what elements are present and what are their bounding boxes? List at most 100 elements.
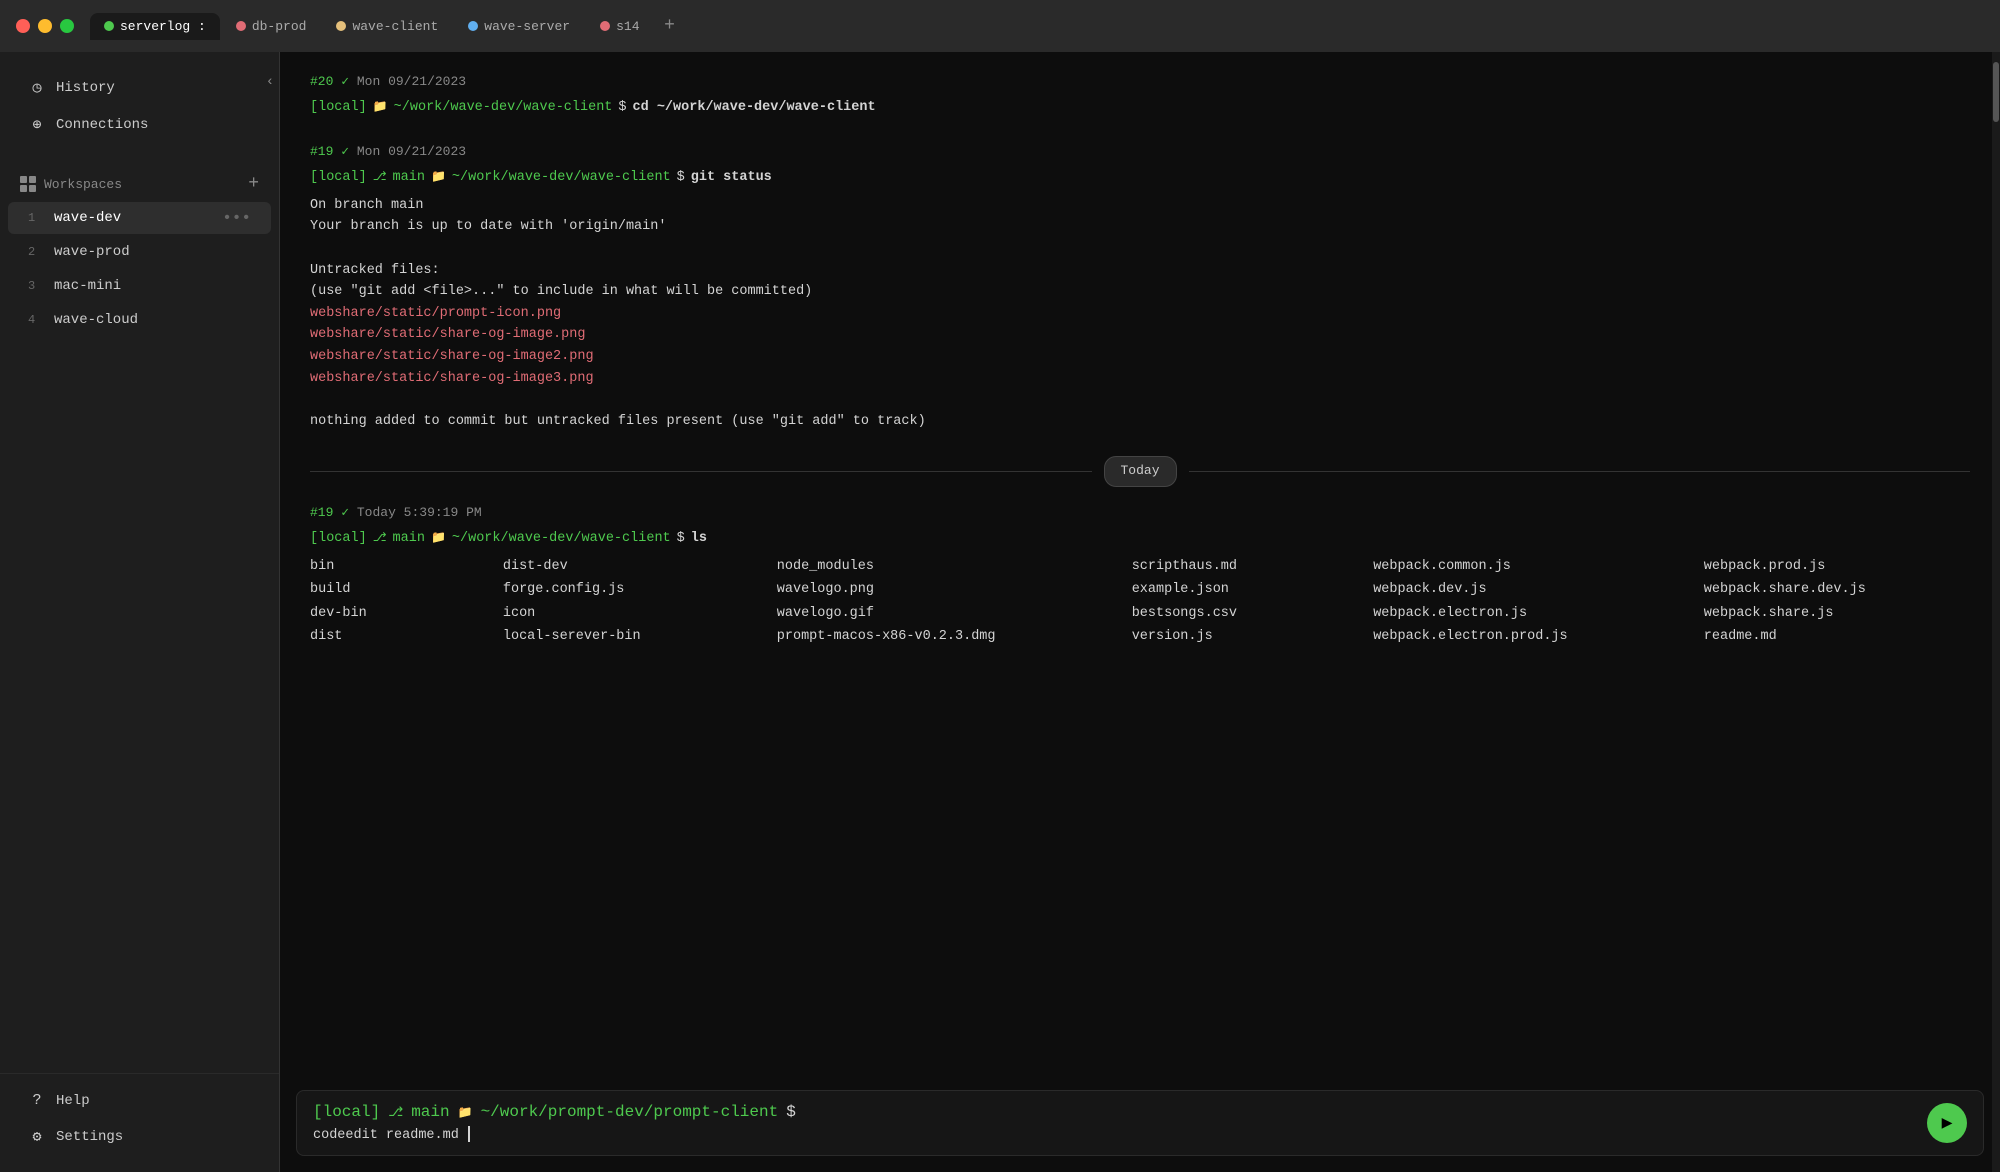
settings-icon: ⚙ bbox=[28, 1127, 46, 1146]
ls-file: webpack.common.js bbox=[1373, 556, 1672, 578]
terminal-input-bar[interactable]: [local] ⎇ main 📁 ~/work/prompt-dev/promp… bbox=[296, 1090, 1984, 1156]
workspace-num: 3 bbox=[28, 279, 44, 293]
send-icon: ▶ bbox=[1942, 1112, 1953, 1134]
ls-file: webpack.prod.js bbox=[1704, 556, 1970, 578]
input-cmd-text: codeedit readme.md bbox=[313, 1128, 459, 1143]
sidebar-item-connections[interactable]: ⊕Connections bbox=[8, 107, 271, 142]
folder-icon-1: 📁 bbox=[373, 98, 388, 117]
ls-file: webpack.electron.prod.js bbox=[1373, 626, 1672, 648]
branch-icon-today: ⎇ bbox=[373, 529, 387, 548]
input-cursor bbox=[468, 1126, 470, 1142]
cmd-header-1: #20 ✓ Mon 09/21/2023 bbox=[310, 72, 1970, 93]
workspace-name: wave-dev bbox=[54, 210, 212, 226]
input-command[interactable]: codeedit readme.md bbox=[313, 1125, 1917, 1143]
sidebar-item-history[interactable]: ◷ History bbox=[8, 70, 271, 105]
cmd-text-1: cd ~/work/wave-dev/wave-client bbox=[633, 97, 876, 119]
folder-icon-today: 📁 bbox=[431, 529, 446, 548]
workspace-menu-icon[interactable]: ••• bbox=[222, 209, 251, 227]
ls-output-grid: bindist-devnode_modulesscripthaus.mdwebp… bbox=[310, 556, 1970, 648]
ls-file: wavelogo.png bbox=[777, 579, 1100, 601]
git-blank bbox=[310, 238, 1970, 260]
sidebar-label-help: Help bbox=[56, 1093, 90, 1109]
ls-file: webpack.dev.js bbox=[1373, 579, 1672, 601]
input-folder-icon: 📁 bbox=[458, 1105, 473, 1120]
scrollbar-thumb[interactable] bbox=[1993, 62, 1999, 122]
cmd-date-today: Today 5:39:19 PM bbox=[357, 505, 482, 520]
tab-wave-server[interactable]: wave-server bbox=[454, 13, 584, 40]
close-button[interactable] bbox=[16, 19, 30, 33]
git-branch-line: On branch main bbox=[310, 195, 1970, 217]
tabs-area: serverlog : db-prod wave-client wave-server… bbox=[90, 12, 1984, 40]
cmd-prompt-2: [local] ⎇ main 📁 ~/work/wave-dev/wave-cl… bbox=[310, 167, 1970, 189]
today-badge: Today bbox=[1104, 456, 1177, 487]
send-button[interactable]: ▶ bbox=[1927, 1103, 1967, 1143]
ls-file: version.js bbox=[1132, 626, 1342, 648]
workspace-num: 1 bbox=[28, 211, 44, 225]
add-workspace-button[interactable]: + bbox=[248, 174, 259, 194]
workspaces-title: Workspaces bbox=[20, 176, 122, 192]
input-dollar: $ bbox=[786, 1103, 796, 1121]
history-icon: ◷ bbox=[28, 78, 46, 97]
workspace-item-mac-mini[interactable]: 3 mac-mini ••• bbox=[8, 270, 271, 302]
main-layout: ◷ History ⊕Connections Workspaces + 1 wave… bbox=[0, 52, 2000, 1172]
tab-dot-wave-client bbox=[336, 21, 346, 31]
tab-db-prod[interactable]: db-prod bbox=[222, 13, 321, 40]
workspace-name: mac-mini bbox=[54, 278, 212, 294]
divider-line-right bbox=[1189, 471, 1971, 472]
tab-label-wave-client: wave-client bbox=[352, 19, 438, 34]
workspace-name: wave-prod bbox=[54, 244, 212, 260]
sidebar-item-help[interactable]: ? Help bbox=[8, 1084, 271, 1117]
git-blank2 bbox=[310, 389, 1970, 411]
branch-icon-2: ⎇ bbox=[373, 168, 387, 187]
cmd-date-1: Mon 09/21/2023 bbox=[357, 74, 466, 89]
titlebar: serverlog : db-prod wave-client wave-server… bbox=[0, 0, 2000, 52]
cmd-block-1: #20 ✓ Mon 09/21/2023 [local] 📁 ~/work/wa… bbox=[310, 72, 1970, 118]
ls-file: icon bbox=[503, 603, 745, 625]
prompt-path-today: ~/work/wave-dev/wave-client bbox=[452, 528, 671, 550]
ls-file: forge.config.js bbox=[503, 579, 745, 601]
tab-label-serverlog: serverlog : bbox=[120, 19, 206, 34]
workspace-item-wave-cloud[interactable]: 4 wave-cloud ••• bbox=[8, 304, 271, 336]
sidebar-label-connections: Connections bbox=[56, 117, 148, 133]
ls-file: bin bbox=[310, 556, 471, 578]
cmd-block-today: #19 ✓ Today 5:39:19 PM [local] ⎇ main 📁 … bbox=[310, 503, 1970, 648]
cmd-prompt-1: [local] 📁 ~/work/wave-dev/wave-client $ … bbox=[310, 97, 1970, 119]
divider-line-left bbox=[310, 471, 1092, 472]
ls-file: readme.md bbox=[1704, 626, 1970, 648]
prompt-path-1: ~/work/wave-dev/wave-client bbox=[394, 97, 613, 119]
tab-dot-db-prod bbox=[236, 21, 246, 31]
input-branch-icon: ⎇ bbox=[388, 1105, 403, 1120]
tab-dot-wave-server bbox=[468, 21, 478, 31]
prompt-path-2: ~/work/wave-dev/wave-client bbox=[452, 167, 671, 189]
sidebar-label-history: History bbox=[56, 80, 115, 96]
workspace-item-wave-dev[interactable]: 1 wave-dev ••• bbox=[8, 202, 271, 234]
new-tab-button[interactable]: + bbox=[656, 12, 684, 40]
tab-s14[interactable]: s14 bbox=[586, 13, 653, 40]
git-untracked-hint: (use "git add <file>..." to include in w… bbox=[310, 281, 1970, 303]
ls-file: node_modules bbox=[777, 556, 1100, 578]
branch-name-2: main bbox=[393, 167, 425, 189]
input-prompt-line: [local] ⎇ main 📁 ~/work/prompt-dev/promp… bbox=[313, 1103, 1917, 1121]
help-icon: ? bbox=[28, 1092, 46, 1109]
ls-file: dist bbox=[310, 626, 471, 648]
terminal-content[interactable]: #20 ✓ Mon 09/21/2023 [local] 📁 ~/work/wa… bbox=[280, 52, 2000, 1082]
maximize-button[interactable] bbox=[60, 19, 74, 33]
ls-file: local-serever-bin bbox=[503, 626, 745, 648]
sidebar-collapse-button[interactable]: ‹ bbox=[258, 70, 282, 94]
workspaces-label: Workspaces bbox=[44, 177, 122, 192]
tab-wave-client[interactable]: wave-client bbox=[322, 13, 452, 40]
ls-file: scripthaus.md bbox=[1132, 556, 1342, 578]
ls-file: webpack.share.js bbox=[1704, 603, 1970, 625]
untracked-file: webshare/static/prompt-icon.png bbox=[310, 303, 1970, 325]
workspaces-section: Workspaces + 1 wave-dev ••• 2 wave-prod … bbox=[0, 160, 279, 346]
minimize-button[interactable] bbox=[38, 19, 52, 33]
tab-serverlog[interactable]: serverlog : bbox=[90, 13, 220, 40]
input-path: ~/work/prompt-dev/prompt-client bbox=[481, 1103, 779, 1121]
scrollbar-track[interactable] bbox=[1992, 52, 2000, 1172]
terminal-area: #20 ✓ Mon 09/21/2023 [local] 📁 ~/work/wa… bbox=[280, 52, 2000, 1172]
folder-icon-2: 📁 bbox=[431, 168, 446, 187]
sidebar-item-settings[interactable]: ⚙Settings bbox=[8, 1119, 271, 1154]
ls-file: prompt-macos-x86-v0.2.3.dmg bbox=[777, 626, 1100, 648]
workspace-item-wave-prod[interactable]: 2 wave-prod ••• bbox=[8, 236, 271, 268]
tab-label-wave-server: wave-server bbox=[484, 19, 570, 34]
